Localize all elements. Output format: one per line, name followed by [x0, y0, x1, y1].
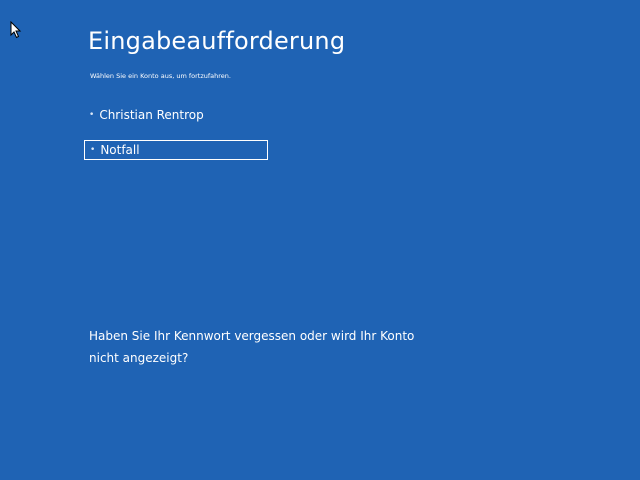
- bullet-dot-icon: •: [90, 145, 96, 155]
- mouse-pointer-icon: [10, 21, 22, 39]
- account-option-christian-rentrop[interactable]: • Christian Rentrop: [84, 105, 268, 125]
- account-name: Christian Rentrop: [99, 108, 204, 122]
- forgot-password-link[interactable]: Haben Sie Ihr Kennwort vergessen oder wi…: [89, 325, 429, 369]
- page-subtitle: Wählen Sie ein Konto aus, um fortzufahre…: [90, 72, 231, 80]
- account-option-notfall[interactable]: • Notfall: [84, 140, 268, 160]
- recovery-account-screen: Eingabeaufforderung Wählen Sie ein Konto…: [0, 0, 640, 480]
- bullet-dot-icon: •: [89, 110, 95, 120]
- account-name: Notfall: [100, 143, 140, 157]
- page-title: Eingabeaufforderung: [88, 27, 346, 55]
